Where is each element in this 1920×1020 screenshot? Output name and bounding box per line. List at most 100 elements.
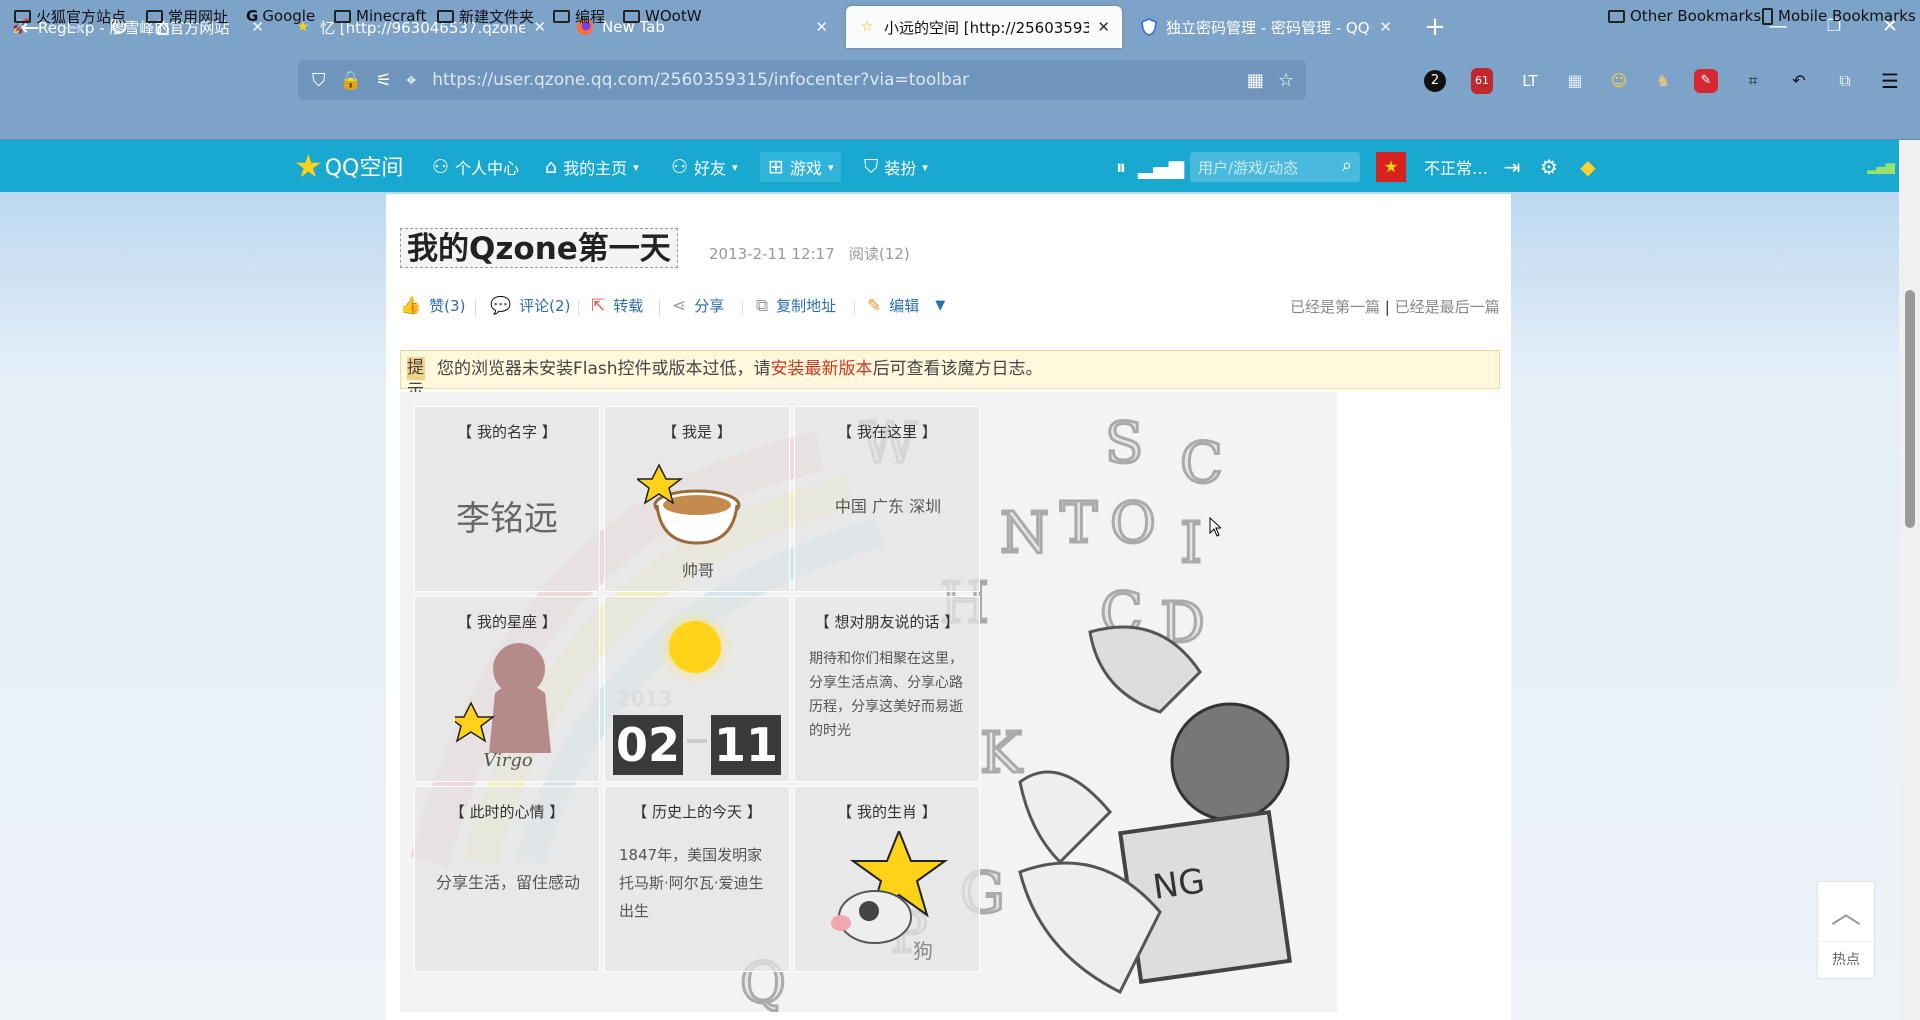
iam-cell: 【 我是 】 帅哥 xyxy=(604,406,790,592)
chevron-down-icon[interactable]: ▼ xyxy=(935,298,945,313)
mobile-icon xyxy=(1762,7,1773,25)
close-icon[interactable]: ✕ xyxy=(815,18,828,36)
bookmark-common[interactable]: 常用网址 xyxy=(146,4,228,28)
copy-icon: ⧉ xyxy=(756,295,769,316)
nav-personal-center[interactable]: ⚇ 个人中心 xyxy=(432,152,519,182)
user-name[interactable]: 不正常… xyxy=(1424,152,1488,182)
bookmark-star-icon[interactable]: ☆ xyxy=(1278,70,1294,91)
browser-tab-5[interactable]: 独立密码管理 - 密码管理 - QQ安 ✕ xyxy=(1128,6,1404,48)
bookmark-minecraft[interactable]: Minecraft xyxy=(334,4,426,28)
svg-text:S: S xyxy=(1105,411,1143,476)
folder-icon xyxy=(553,9,570,23)
divider xyxy=(578,300,579,316)
close-icon[interactable]: ✕ xyxy=(533,18,546,36)
svg-text:O: O xyxy=(1110,491,1156,556)
address-bar[interactable]: ⛉ 🔒 ⚟ ⌖ ▦ ☆ xyxy=(298,60,1306,100)
bar-chart-icon[interactable]: ▂▄▆ xyxy=(1138,152,1184,182)
flash-notice: 您的浏览器未安装Flash控件或版本过低，请安装最新版本后可查看该魔方日志。 xyxy=(400,350,1500,389)
person-icon: ⚇ xyxy=(671,156,689,178)
folder-icon xyxy=(623,9,640,23)
edit-button[interactable]: ✎ 编辑 ▼ xyxy=(867,295,945,316)
comment-button[interactable]: 💬 评论(2) xyxy=(490,295,570,316)
qzone-logo[interactable]: ★ QQ空间 xyxy=(294,147,403,185)
location-cell: 【 我在这里 】 中国 广东 深圳 xyxy=(794,406,980,592)
share-icon: ⋖ xyxy=(672,295,687,316)
location-pin-icon[interactable]: ⌖ xyxy=(406,70,416,91)
date-dash xyxy=(687,739,707,743)
url-input[interactable] xyxy=(432,70,1193,90)
translate-icon[interactable]: LT xyxy=(1515,66,1545,96)
divider xyxy=(742,300,743,316)
svg-text:T: T xyxy=(1060,491,1097,556)
pdf-icon[interactable]: ✎ xyxy=(1694,69,1718,93)
bookmark-new-folder[interactable]: 新建文件夹 xyxy=(437,4,534,28)
history-cell: 【 历史上的今天 】 1847年，美国发明家托马斯·阿尔瓦·爱迪生出生 xyxy=(604,786,790,972)
logout-icon[interactable]: ⇥ xyxy=(1497,152,1527,182)
gear-icon[interactable]: ⚙ xyxy=(1534,152,1564,182)
close-icon[interactable]: ✕ xyxy=(1097,18,1110,36)
repost-icon: ⇱ xyxy=(591,295,606,316)
crop-icon[interactable]: ⌗ xyxy=(1738,66,1768,96)
bookmark-programming[interactable]: 编程 xyxy=(553,4,605,28)
nav-decorate[interactable]: ⛉ 装扮 ▾ xyxy=(864,152,928,182)
copy-icon[interactable]: ⧉ xyxy=(1830,66,1860,96)
bookmark-google[interactable]: G Google xyxy=(246,4,315,28)
repost-button[interactable]: ⇱ 转载 xyxy=(591,295,643,316)
bookmark-wootw[interactable]: WOotW xyxy=(623,4,702,28)
month: 02 xyxy=(613,715,683,775)
year: 2013 xyxy=(617,687,673,711)
girl-silhouette-icon xyxy=(455,643,551,753)
emoji-icon[interactable]: ☺ xyxy=(1604,66,1634,96)
article-pagination: 已经是第一篇 | 已经是最后一篇 xyxy=(1290,298,1500,316)
undo-icon[interactable]: ↶ xyxy=(1784,66,1814,96)
shield-icon xyxy=(1140,18,1158,36)
edit-icon: ✎ xyxy=(867,295,882,316)
nav-my-homepage[interactable]: ⌂ 我的主页 ▾ xyxy=(545,152,639,182)
scroll-top-widget[interactable]: ︿ 热点 xyxy=(1817,881,1875,979)
pause-icon[interactable]: ⏸ xyxy=(1106,152,1136,182)
qr-code-icon[interactable]: ▦ xyxy=(1247,70,1264,91)
next-article-link[interactable]: 已经是最后一篇 xyxy=(1395,298,1500,316)
divider xyxy=(475,300,476,316)
article-meta: 2013-2-11 12:17 阅读(12) xyxy=(709,245,910,263)
scrollbar[interactable] xyxy=(1899,140,1920,1020)
search-icon[interactable]: ⌕ xyxy=(1342,155,1352,176)
folder-icon xyxy=(334,9,351,23)
new-tab-button[interactable]: + xyxy=(1418,10,1452,44)
extension-badge-icon[interactable]: 2 xyxy=(1424,70,1446,92)
browser-tab-3[interactable]: New Tab ✕ xyxy=(564,6,840,48)
close-icon[interactable]: ✕ xyxy=(1379,18,1392,36)
day: 11 xyxy=(711,715,781,775)
ublock-icon[interactable]: 61 xyxy=(1471,68,1493,94)
install-flash-link[interactable]: 安装最新版本 xyxy=(771,359,873,379)
signal-icon: ▂▄▆ xyxy=(1867,160,1895,174)
comment-icon: 💬 xyxy=(490,295,512,316)
lock-icon[interactable]: 🔒 xyxy=(340,70,362,91)
share-button[interactable]: ⋖ 分享 xyxy=(672,295,724,316)
avatar[interactable]: ★ xyxy=(1376,152,1406,182)
like-button[interactable]: 👍 赞(3) xyxy=(400,295,465,316)
avatar-extension-icon[interactable]: ♞ xyxy=(1648,66,1678,96)
nav-games[interactable]: ⊞ 游戏 ▾ xyxy=(760,152,842,182)
dog-icon xyxy=(831,831,949,944)
bookmark-other[interactable]: Other Bookmarks xyxy=(1608,4,1761,28)
diamond-icon[interactable]: ◆ xyxy=(1573,152,1603,182)
nav-friends[interactable]: ⚇ 好友 ▾ xyxy=(671,152,738,182)
date-cell: 2013 02 11 xyxy=(604,596,790,782)
message-cell: 【 想对朋友说的话 】 期待和你们相聚在这里，分享生活点滴、分享心路历程，分享这… xyxy=(794,596,980,782)
bookmark-firefox[interactable]: 火狐官方站点 xyxy=(14,4,126,28)
folder-icon xyxy=(146,9,163,23)
browser-tab-4[interactable]: ☆ 小远的空间 [http://2560359315. ✕ xyxy=(846,6,1122,48)
copy-link-button[interactable]: ⧉ 复制地址 xyxy=(756,295,836,316)
bookmark-mobile[interactable]: Mobile Bookmarks xyxy=(1762,4,1916,28)
chevron-up-icon[interactable]: ︿ xyxy=(1818,882,1874,942)
divider xyxy=(854,300,855,316)
scrollbar-thumb[interactable] xyxy=(1905,290,1915,528)
thumbs-up-icon: 👍 xyxy=(400,295,422,316)
grid-icon[interactable]: ▦ xyxy=(1560,66,1590,96)
menu-icon[interactable]: ☰ xyxy=(1875,66,1905,96)
tracking-shield-icon[interactable]: ⛉ xyxy=(312,70,326,91)
permissions-icon[interactable]: ⚟ xyxy=(376,70,392,91)
qzone-search-input[interactable]: 用户/游戏/动态 ⌕ xyxy=(1190,152,1360,182)
prev-article-link[interactable]: 已经是第一篇 xyxy=(1290,298,1380,316)
